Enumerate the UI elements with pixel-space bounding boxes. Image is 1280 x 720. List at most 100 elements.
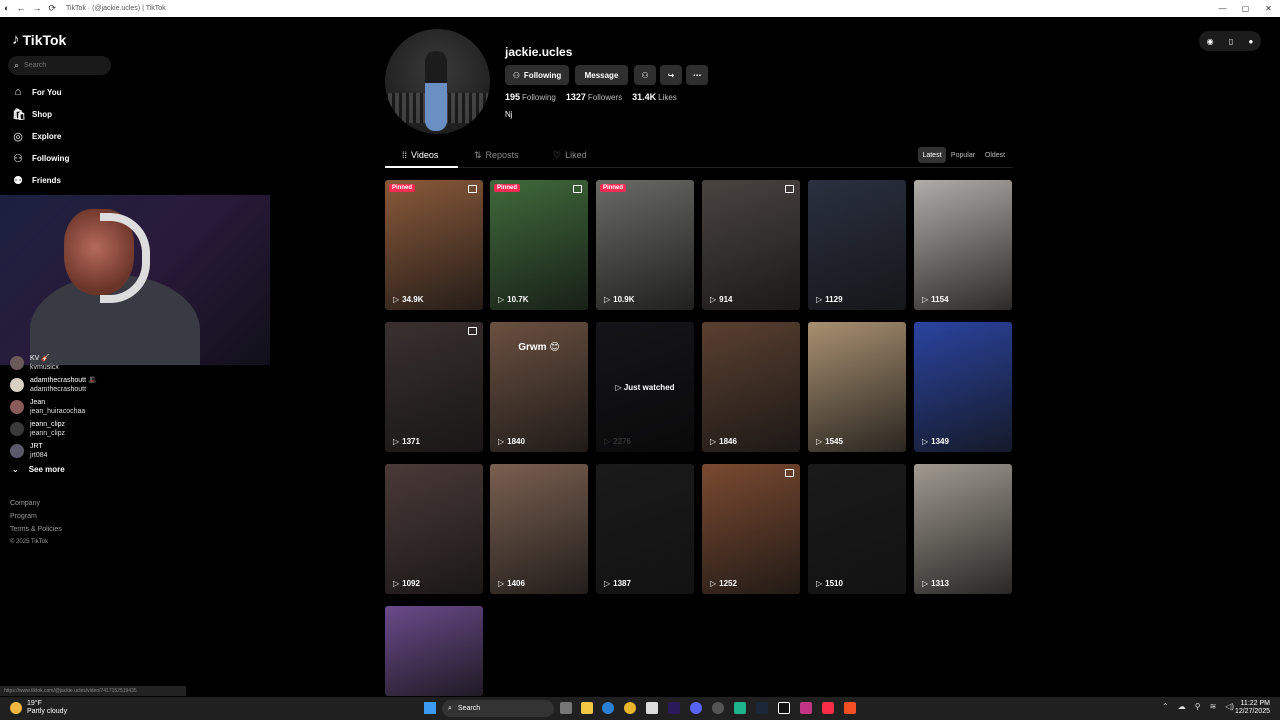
store-icon[interactable] — [646, 702, 658, 714]
forward-icon[interactable]: → — [32, 3, 41, 14]
tab-reposts[interactable]: ⇅ Reposts — [474, 150, 519, 161]
taskbar-search[interactable]: ⌕ Search — [442, 700, 554, 717]
profile-avatar[interactable] — [385, 29, 490, 134]
office-icon[interactable] — [844, 702, 856, 714]
minimize-button[interactable]: — — [1211, 0, 1234, 17]
following-account[interactable]: KV 🎸 kvmusicx — [10, 352, 97, 374]
maximize-button[interactable]: ▢ — [1234, 0, 1257, 17]
nav-shop[interactable]: 🛍 Shop — [12, 108, 52, 121]
more-button[interactable]: ⋯ — [686, 65, 708, 85]
search-input[interactable]: ⌕ Search — [8, 56, 111, 75]
view-count: ▷ 10.9K — [604, 295, 635, 304]
account-name: Jean — [30, 399, 46, 406]
instagram-icon[interactable] — [800, 702, 812, 714]
video-card[interactable]: ▷ 1371 — [385, 322, 483, 452]
nav-following[interactable]: ⚇ Following — [12, 152, 69, 165]
premiere-icon[interactable] — [668, 702, 680, 714]
video-card[interactable]: ▷ 1545 — [808, 322, 906, 452]
video-card[interactable]: ▷ 1349 — [914, 322, 1012, 452]
close-button[interactable]: ✕ — [1257, 0, 1280, 17]
followers-stat[interactable]: 1327 Followers — [566, 92, 622, 102]
share-button[interactable]: ↪ — [660, 65, 682, 85]
video-card[interactable]: ▷ 1387 — [596, 464, 694, 594]
sidebar-footer: Company Program Terms & Policies © 2025 … — [10, 497, 62, 549]
view-count-value: 1371 — [402, 437, 420, 446]
video-card[interactable]: ▷2276▷ Just watched — [596, 322, 694, 452]
user-avatar-icon[interactable]: ● — [1249, 37, 1254, 46]
sort-popular[interactable]: Popular — [948, 147, 978, 163]
taskbar-clock[interactable]: 11:22 PM 12/27/2025 — [1235, 700, 1270, 716]
weather-widget[interactable]: 19°F Partly cloudy — [10, 700, 67, 716]
browser-titlebar: ◐ ← → ⟳ TikTok · (@jackie.ucles) | TikTo… — [0, 0, 1280, 17]
back-icon[interactable]: ← — [16, 3, 25, 14]
video-card[interactable]: Grwm 😊 ▷ 1840 — [490, 322, 588, 452]
video-card[interactable] — [385, 606, 483, 696]
nav-label: Shop — [32, 110, 52, 119]
phone-icon[interactable]: ▯ — [1229, 37, 1233, 46]
account-name: KV 🎸 — [30, 355, 50, 362]
following-stat[interactable]: 195 Following — [505, 92, 556, 102]
tiktok-icon[interactable] — [778, 702, 790, 714]
nav-friends[interactable]: ⚉ Friends — [12, 174, 61, 187]
edge-icon[interactable] — [602, 702, 614, 714]
message-button-label: Message — [584, 70, 619, 80]
video-card[interactable]: ▷ 1846 — [702, 322, 800, 452]
app-icon[interactable] — [734, 702, 746, 714]
file-explorer-icon[interactable] — [581, 702, 593, 714]
video-card[interactable]: ▷ 1129 — [808, 180, 906, 310]
reload-icon[interactable]: ⟳ — [48, 3, 56, 14]
video-card[interactable]: ▷ 1510 — [808, 464, 906, 594]
compass-icon[interactable]: ◉ — [1207, 37, 1214, 46]
nav-for-you[interactable]: ⌂ For You — [12, 86, 62, 98]
sort-oldest[interactable]: Oldest — [980, 147, 1010, 163]
tab-label: Videos — [411, 150, 439, 160]
wifi-icon[interactable]: ≋ — [1210, 702, 1217, 711]
task-view-icon[interactable] — [560, 702, 572, 714]
view-count: ▷ 1154 — [922, 295, 949, 304]
view-count: ▷ 1510 — [816, 579, 843, 588]
cloud-icon[interactable]: ☁ — [1178, 702, 1186, 711]
tiktok-logo[interactable]: ♪ TikTok — [12, 31, 66, 48]
following-accounts: KV 🎸 kvmusicx adamthecrashoutt 🎩 adamthecr… — [10, 352, 97, 462]
view-count-value: 1092 — [402, 579, 420, 588]
just-watched-overlay: ▷ Just watched — [596, 322, 694, 452]
footer-company[interactable]: Company — [10, 497, 62, 510]
video-card[interactable]: ▷ 914 — [702, 180, 800, 310]
video-card[interactable]: Pinned ▷ 10.7K — [490, 180, 588, 310]
following-account[interactable]: Jean jean_huiracochaa — [10, 396, 97, 418]
footer-program[interactable]: Program — [10, 510, 62, 523]
steam-icon[interactable] — [756, 702, 768, 714]
message-button[interactable]: Message — [575, 65, 628, 85]
chevron-up-icon[interactable]: ⌃ — [1162, 702, 1169, 711]
play-icon: ▷ — [922, 437, 929, 446]
windows-start-icon[interactable] — [424, 702, 436, 714]
footer-terms[interactable]: Terms & Policies — [10, 523, 62, 536]
search-icon: ⌕ — [448, 704, 452, 712]
tab-title[interactable]: TikTok · (@jackie.ucles) | TikTok — [66, 5, 166, 12]
mic-icon[interactable]: ⚲ — [1195, 702, 1201, 711]
following-button[interactable]: ⚇ Following — [505, 65, 569, 85]
sort-latest[interactable]: Latest — [918, 147, 946, 163]
video-card[interactable]: ▷ 1313 — [914, 464, 1012, 594]
video-card[interactable]: ▷ 1092 — [385, 464, 483, 594]
video-card[interactable]: ▷ 1406 — [490, 464, 588, 594]
music-icon[interactable] — [822, 702, 834, 714]
see-more-button[interactable]: ⌄ See more — [12, 465, 65, 474]
tab-liked[interactable]: ♡ Liked — [553, 150, 587, 161]
chrome-icon[interactable] — [624, 702, 636, 714]
nav-explore[interactable]: ◎ Explore — [12, 130, 61, 143]
following-account[interactable]: adamthecrashoutt 🎩 adamthecrashoutt — [10, 374, 97, 396]
avatar — [10, 422, 24, 436]
video-card[interactable]: Pinned ▷ 10.9K — [596, 180, 694, 310]
following-account[interactable]: jeann_clipz jeann_clipz — [10, 418, 97, 440]
video-card[interactable]: ▷ 1252 — [702, 464, 800, 594]
tab-videos[interactable]: ⁞⁞ Videos — [402, 150, 438, 160]
discord-icon[interactable] — [690, 702, 702, 714]
following-account[interactable]: JRT jrt084 — [10, 440, 97, 462]
obs-icon[interactable] — [712, 702, 724, 714]
video-card[interactable]: Pinned ▷ 34.9K — [385, 180, 483, 310]
volume-icon[interactable]: ◁) — [1225, 702, 1234, 711]
play-icon: ▷ — [498, 437, 505, 446]
video-card[interactable]: ▷ 1154 — [914, 180, 1012, 310]
add-friend-button[interactable]: ⚇ — [634, 65, 656, 85]
